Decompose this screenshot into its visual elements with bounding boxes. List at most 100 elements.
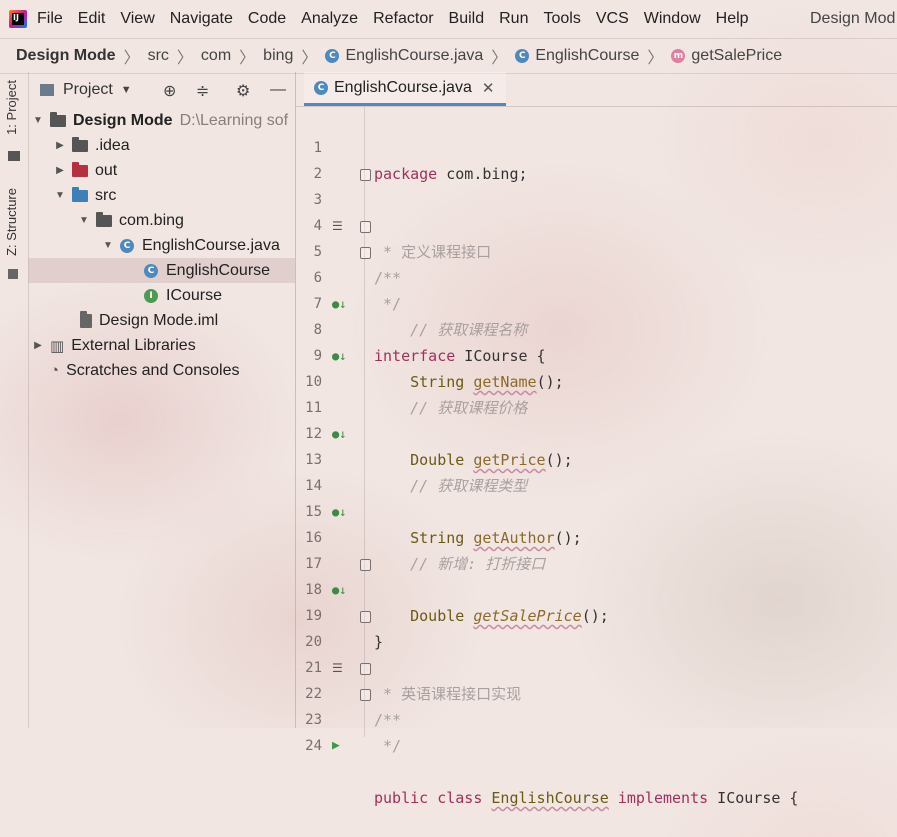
code-line: 7 // 获取课程名称 bbox=[296, 265, 897, 339]
menu-vcs[interactable]: VCS bbox=[596, 10, 629, 28]
menu-refactor[interactable]: Refactor bbox=[373, 10, 433, 28]
keyword: public class bbox=[374, 789, 492, 807]
source-folder-icon bbox=[72, 186, 88, 202]
fold-icon[interactable] bbox=[360, 169, 371, 181]
code-line: 14 ●↓ String getAuthor(); bbox=[296, 447, 897, 547]
expand-arrow-icon[interactable]: ▼ bbox=[78, 215, 90, 226]
tree-item-java-file[interactable]: ▼ C EnglishCourse.java bbox=[28, 233, 295, 258]
menu-view[interactable]: View bbox=[120, 10, 154, 28]
breadcrumb-project[interactable]: Design Mode bbox=[16, 47, 116, 65]
breadcrumb-class[interactable]: C EnglishCourse bbox=[515, 47, 639, 65]
code-line: 1 package com.bing; bbox=[296, 109, 897, 183]
library-icon: ▥ bbox=[50, 337, 65, 355]
breadcrumb-com[interactable]: com bbox=[201, 47, 231, 65]
chevron-right-icon: 〉 bbox=[239, 50, 256, 67]
tab-structure[interactable]: Z: Structure bbox=[4, 188, 19, 256]
intellij-logo-icon[interactable]: IJ bbox=[9, 10, 27, 28]
code-line: 10 // 获取课程价格 bbox=[296, 343, 897, 417]
class-icon: C bbox=[515, 49, 530, 63]
gear-icon[interactable]: ⚙ bbox=[236, 81, 250, 101]
menu-run[interactable]: Run bbox=[499, 10, 528, 28]
tab-englishcourse-java[interactable]: C EnglishCourse.java ✕ bbox=[304, 72, 507, 106]
java-file-icon: C bbox=[120, 238, 134, 253]
panel-title[interactable]: Project bbox=[63, 81, 113, 99]
tree-item-out[interactable]: ▶ out bbox=[28, 158, 295, 183]
breadcrumb: Design Mode 〉 src 〉 com 〉 bing 〉 C Englis… bbox=[0, 38, 897, 74]
code-line: 12 bbox=[296, 395, 897, 442]
breadcrumb-file-label: EnglishCourse.java bbox=[345, 47, 484, 64]
tree-item-label: out bbox=[95, 161, 118, 179]
tree-item-idea[interactable]: ▶ .idea bbox=[28, 133, 295, 158]
code-line: 22 */ bbox=[296, 655, 897, 755]
hide-icon[interactable]: — bbox=[270, 81, 286, 99]
fold-icon[interactable] bbox=[360, 247, 371, 259]
tree-item-label: ICourse bbox=[166, 286, 223, 304]
fold-icon[interactable] bbox=[360, 663, 371, 675]
code-token: ICourse { bbox=[708, 789, 799, 807]
chevron-right-icon: 〉 bbox=[301, 50, 318, 67]
fold-icon[interactable] bbox=[360, 689, 371, 701]
breadcrumb-bing[interactable]: bing bbox=[263, 47, 293, 65]
tree-item-label: Scratches and Consoles bbox=[66, 361, 240, 379]
fold-icon[interactable] bbox=[360, 559, 371, 571]
tree-item-class-englishcourse[interactable]: C EnglishCourse bbox=[28, 258, 295, 283]
tree-item-package[interactable]: ▼ com.bing bbox=[28, 208, 295, 233]
menu-edit[interactable]: Edit bbox=[78, 10, 106, 28]
code-text: public class EnglishCourse implements IC… bbox=[374, 785, 798, 811]
interface-icon: I bbox=[144, 288, 158, 303]
tree-item-scratches[interactable]: ◔ Scratches and Consoles bbox=[28, 358, 295, 383]
menu-navigate[interactable]: Navigate bbox=[170, 10, 233, 28]
tool-window-strip: 1: Project Z: Structure bbox=[0, 72, 29, 728]
code-line: 2 bbox=[296, 135, 897, 182]
panel-header: Project ▼ ⊕ ≑ ⚙ — bbox=[28, 72, 295, 108]
collapse-arrow-icon[interactable]: ▶ bbox=[54, 165, 66, 176]
menu-tools[interactable]: Tools bbox=[543, 10, 580, 28]
tree-item-interface-icourse[interactable]: I ICourse bbox=[28, 283, 295, 308]
chevron-down-icon[interactable]: ▼ bbox=[121, 84, 132, 96]
collapse-arrow-icon[interactable]: ▶ bbox=[32, 340, 44, 351]
code-line: 21 * 英语课程接口实现 bbox=[296, 629, 897, 703]
collapse-all-icon[interactable]: ≑ bbox=[196, 81, 209, 101]
code-line: 3 ☰ /** bbox=[296, 161, 897, 287]
root-path: D:\Learning sof bbox=[179, 111, 289, 129]
expand-arrow-icon[interactable]: ▼ bbox=[54, 190, 66, 201]
tree-item-label: .idea bbox=[95, 136, 130, 154]
tree-item-iml[interactable]: Design Mode.iml bbox=[28, 308, 295, 333]
code-line: 4 * 定义课程接口 bbox=[296, 187, 897, 261]
code-line: 5 */ bbox=[296, 213, 897, 313]
breadcrumb-src[interactable]: src bbox=[148, 47, 169, 65]
code-line: 9 bbox=[296, 317, 897, 364]
close-icon[interactable]: ✕ bbox=[482, 79, 495, 97]
breadcrumb-method[interactable]: m getSalePrice bbox=[671, 47, 782, 65]
menu-analyze[interactable]: Analyze bbox=[301, 10, 358, 28]
menu-build[interactable]: Build bbox=[449, 10, 485, 28]
menu-code[interactable]: Code bbox=[248, 10, 286, 28]
line-number: 24 bbox=[305, 738, 322, 754]
menu-bar: IJ File Edit View Navigate Code Analyze … bbox=[0, 0, 897, 38]
fold-icon[interactable] bbox=[360, 611, 371, 623]
collapse-arrow-icon[interactable]: ▶ bbox=[54, 140, 66, 151]
fold-icon[interactable] bbox=[360, 221, 371, 233]
package-icon bbox=[96, 211, 112, 227]
expand-arrow-icon[interactable]: ▼ bbox=[102, 240, 114, 251]
breadcrumb-file[interactable]: C EnglishCourse.java bbox=[325, 47, 483, 65]
expand-arrow-icon[interactable]: ▼ bbox=[32, 115, 44, 126]
code-line: 11 ●↓ Double getPrice(); bbox=[296, 369, 897, 469]
project-panel: Project ▼ ⊕ ≑ ⚙ — ▼ Design Mode D:\Learn… bbox=[28, 72, 296, 728]
locate-icon[interactable]: ⊕ bbox=[163, 81, 176, 101]
menu-file[interactable]: File bbox=[37, 10, 63, 28]
tab-project[interactable]: 1: Project bbox=[4, 80, 19, 135]
menu-window[interactable]: Window bbox=[644, 10, 701, 28]
tree-item-root[interactable]: ▼ Design Mode D:\Learning sof bbox=[28, 108, 295, 133]
module-file-icon bbox=[80, 310, 92, 328]
menu-help[interactable]: Help bbox=[716, 10, 749, 28]
keyword: implements bbox=[608, 789, 709, 807]
code-line: 15 bbox=[296, 473, 897, 520]
tree-item-external-libraries[interactable]: ▶ ▥ External Libraries bbox=[28, 333, 295, 358]
tab-label: EnglishCourse.java bbox=[334, 78, 472, 96]
code-line: 23 ▶ public class EnglishCourse implemen… bbox=[296, 681, 897, 807]
excluded-folder-icon bbox=[72, 161, 88, 177]
chevron-right-icon: 〉 bbox=[647, 50, 664, 67]
tree-item-src[interactable]: ▼ src bbox=[28, 183, 295, 208]
code-comment: */ bbox=[374, 737, 402, 755]
